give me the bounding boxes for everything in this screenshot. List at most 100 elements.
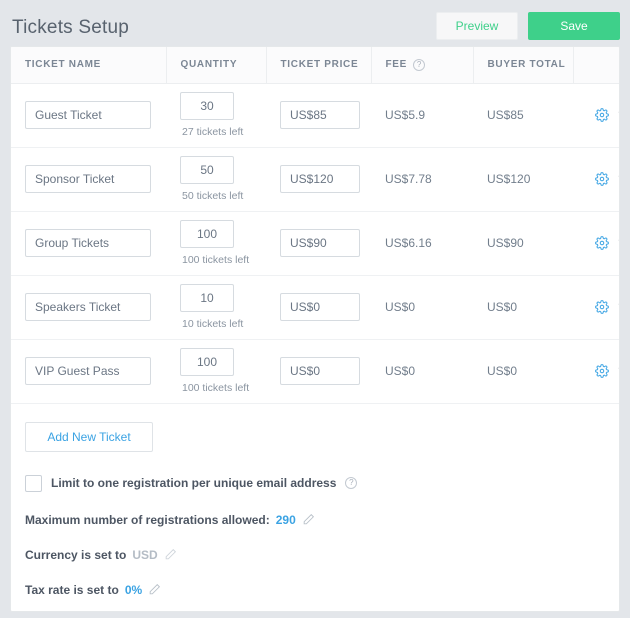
quantity-input[interactable] — [180, 348, 234, 376]
save-button[interactable]: Save — [528, 12, 620, 40]
currency-label: Currency is set to — [25, 547, 127, 562]
gear-icon[interactable] — [595, 300, 609, 314]
cell-buyer-total: US$120 — [487, 172, 531, 186]
table-body: 27 tickets left US$5.9 US$85 — [11, 83, 619, 403]
gear-icon[interactable] — [595, 172, 609, 186]
trash-icon[interactable] — [617, 109, 619, 122]
cell-fee: US$6.16 — [385, 236, 432, 250]
cell-quantity: 100 tickets left — [166, 211, 266, 275]
tickets-left-label: 100 tickets left — [182, 254, 250, 266]
quantity-input[interactable] — [180, 156, 234, 184]
cell-actions — [573, 339, 619, 403]
preview-button[interactable]: Preview — [436, 12, 518, 40]
cell-actions — [573, 83, 619, 147]
tickets-left-label: 100 tickets left — [182, 382, 250, 394]
cell-ticket-name — [11, 211, 166, 275]
gear-icon[interactable] — [595, 236, 609, 250]
column-header-actions — [573, 47, 619, 84]
tax-rate-row: Tax rate is set to 0% — [25, 583, 619, 597]
trash-icon[interactable] — [617, 173, 619, 186]
ticket-price-input[interactable] — [280, 165, 360, 193]
max-registrations-value[interactable]: 290 — [276, 513, 296, 527]
table-row: 50 tickets left US$7.78 US$120 — [11, 147, 619, 211]
ticket-price-input[interactable] — [280, 357, 360, 385]
max-registrations-row: Maximum number of registrations allowed:… — [25, 513, 619, 527]
column-header-label: QUANTITY — [180, 59, 238, 71]
quantity-input[interactable] — [180, 284, 234, 312]
edit-pencil-icon[interactable] — [164, 548, 177, 561]
gear-icon[interactable] — [595, 364, 609, 378]
cell-fee: US$5.9 — [385, 108, 426, 122]
ticket-price-input[interactable] — [280, 101, 360, 129]
column-header-fee: FEE ? — [371, 47, 474, 84]
ticket-name-input[interactable] — [25, 293, 151, 321]
column-header-quantity: QUANTITY — [166, 47, 267, 84]
column-header-label: TICKET PRICE — [280, 59, 359, 71]
ticket-price-input[interactable] — [280, 293, 360, 321]
column-header-buyer-total: BUYER TOTAL — [473, 47, 574, 84]
tickets-left-label: 50 tickets left — [182, 190, 244, 202]
fee-help-icon[interactable]: ? — [413, 58, 426, 71]
quantity-input[interactable] — [180, 92, 234, 120]
limit-registration-label: Limit to one registration per unique ema… — [51, 476, 337, 490]
header-actions: Preview Save — [436, 12, 620, 40]
table-row: 27 tickets left US$5.9 US$85 — [11, 83, 619, 147]
cell-quantity: 10 tickets left — [166, 275, 266, 339]
tax-rate-value[interactable]: 0% — [125, 583, 142, 597]
add-new-ticket-button[interactable]: Add New Ticket — [25, 421, 153, 452]
cell-fee: US$0 — [385, 364, 416, 378]
cell-actions — [573, 211, 619, 275]
ticket-name-input[interactable] — [25, 101, 151, 129]
ticket-name-input[interactable] — [25, 229, 151, 257]
cell-fee: US$0 — [385, 300, 416, 314]
cell-ticket-price — [266, 211, 371, 275]
cell-ticket-price — [266, 83, 371, 147]
limit-help-icon[interactable]: ? — [345, 477, 358, 489]
quantity-input[interactable] — [180, 220, 234, 248]
max-registrations-label: Maximum number of registrations allowed: — [25, 512, 270, 527]
edit-pencil-icon[interactable] — [148, 583, 161, 596]
column-header-label: FEE — [385, 59, 408, 71]
cell-ticket-name — [11, 147, 166, 211]
cell-ticket-price — [266, 275, 371, 339]
table-header-row: TICKET NAME QUANTITY TICKET PRICE FEE ? … — [11, 47, 619, 84]
edit-pencil-icon[interactable] — [302, 513, 315, 526]
column-header-ticket-price: TICKET PRICE — [266, 47, 372, 84]
column-header-label: BUYER TOTAL — [487, 59, 566, 71]
trash-icon[interactable] — [617, 365, 619, 378]
table-row: 100 tickets left US$6.16 US$90 — [11, 211, 619, 275]
cell-buyer-total: US$0 — [487, 364, 518, 378]
currency-row: Currency is set to USD — [25, 548, 619, 562]
ticket-price-input[interactable] — [280, 229, 360, 257]
cell-fee: US$7.78 — [385, 172, 432, 186]
tickets-table: TICKET NAME QUANTITY TICKET PRICE FEE ? … — [11, 47, 619, 404]
tickets-footer: Add New Ticket Limit to one registration… — [11, 404, 619, 597]
cell-ticket-price — [266, 147, 371, 211]
cell-quantity: 50 tickets left — [166, 147, 266, 211]
table-row: 100 tickets left US$0 US$0 — [11, 339, 619, 403]
cell-buyer-total: US$85 — [487, 108, 524, 122]
trash-icon[interactable] — [617, 301, 619, 314]
ticket-name-input[interactable] — [25, 165, 151, 193]
cell-quantity: 100 tickets left — [166, 339, 266, 403]
table-row: 10 tickets left US$0 US$0 — [11, 275, 619, 339]
trash-icon[interactable] — [617, 237, 619, 250]
cell-quantity: 27 tickets left — [166, 83, 266, 147]
page-header: Tickets Setup Preview Save — [0, 0, 630, 46]
cell-actions — [573, 147, 619, 211]
cell-ticket-name — [11, 83, 166, 147]
tax-rate-label: Tax rate is set to — [25, 582, 119, 597]
gear-icon[interactable] — [595, 108, 609, 122]
page-title: Tickets Setup — [12, 17, 129, 38]
tickets-card: TICKET NAME QUANTITY TICKET PRICE FEE ? … — [10, 46, 620, 612]
limit-registration-checkbox[interactable] — [25, 474, 42, 492]
tickets-left-label: 27 tickets left — [182, 126, 244, 138]
cell-ticket-name — [11, 339, 166, 403]
cell-buyer-total: US$90 — [487, 236, 524, 250]
table-header: TICKET NAME QUANTITY TICKET PRICE FEE ? … — [11, 47, 619, 84]
cell-actions — [573, 275, 619, 339]
limit-registration-row: Limit to one registration per unique ema… — [25, 474, 619, 492]
currency-value[interactable]: USD — [132, 548, 157, 562]
ticket-name-input[interactable] — [25, 357, 151, 385]
cell-ticket-price — [266, 339, 371, 403]
